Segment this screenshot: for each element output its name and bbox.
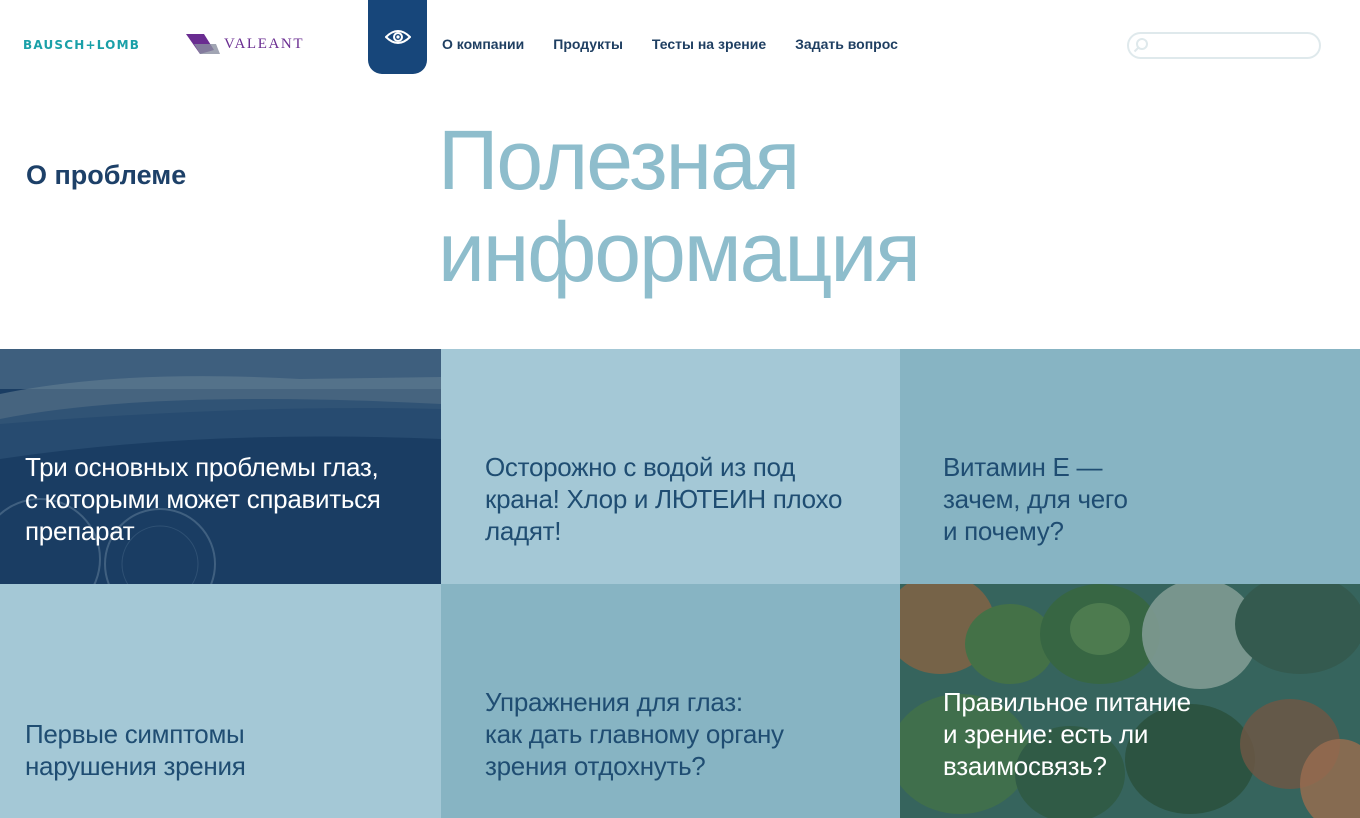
tile-title-line: Три основных проблемы глаз, xyxy=(25,452,379,482)
nav-item-ask-question[interactable]: Задать вопрос xyxy=(795,36,898,52)
tile-title-line: Правильное питание xyxy=(943,687,1191,717)
page-title-line-2: информация xyxy=(438,205,921,299)
section-side-title[interactable]: О проблеме xyxy=(26,160,186,191)
search-icon[interactable] xyxy=(1133,37,1149,53)
nav-item-products[interactable]: Продукты xyxy=(553,36,623,52)
tile-title-line: как дать главному органу xyxy=(485,719,784,749)
tile-title-line: и зрение: есть ли xyxy=(943,719,1149,749)
tile-title-line: Витамин Е — xyxy=(943,452,1103,482)
tile-title-line: с которыми может справиться xyxy=(25,484,381,514)
article-tile-vitamin-e[interactable]: Витамин Е — зачем, для чего и почему? xyxy=(900,349,1360,584)
tile-title-line: Первые симптомы xyxy=(25,719,245,749)
nav-item-about[interactable]: О компании xyxy=(442,36,524,52)
tile-title: Первые симптомы нарушения зрения xyxy=(25,718,421,782)
article-tile-first-symptoms[interactable]: Первые симптомы нарушения зрения xyxy=(0,584,441,818)
tile-title: Осторожно с водой из под крана! Хлор и Л… xyxy=(485,451,880,547)
nav-item-vision-tests[interactable]: Тесты на зрение xyxy=(652,36,766,52)
tile-title-line: крана! Хлор и ЛЮТЕИН плохо xyxy=(485,484,843,514)
page-title: Полезная информация xyxy=(438,113,921,299)
main-nav: О компании Продукты Тесты на зрение Зада… xyxy=(442,36,927,52)
eye-icon xyxy=(384,30,411,44)
valeant-logo-text: VALEANT xyxy=(224,35,305,52)
tile-title-line: Осторожно с водой из под xyxy=(485,452,795,482)
tile-title-line: взаимосвязь? xyxy=(943,751,1107,781)
search-box[interactable] xyxy=(1127,32,1321,59)
tile-title-line: и почему? xyxy=(943,516,1064,546)
tile-title: Витамин Е — зачем, для чего и почему? xyxy=(943,451,1340,547)
tile-title-line: препарат xyxy=(25,516,135,546)
search-input[interactable] xyxy=(1151,36,1315,57)
article-tile-eye-problems[interactable]: Три основных проблемы глаз, с которыми м… xyxy=(0,349,441,584)
article-tile-tap-water[interactable]: Осторожно с водой из под крана! Хлор и Л… xyxy=(441,349,900,584)
tile-title: Правильное питание и зрение: есть ли вза… xyxy=(943,686,1340,782)
tile-title-line: зрения отдохнуть? xyxy=(485,751,706,781)
valeant-logo[interactable]: VALEANT xyxy=(186,34,304,54)
article-tile-eye-exercises[interactable]: Упражнения для глаз: как дать главному о… xyxy=(441,584,900,818)
page-title-line-1: Полезная xyxy=(438,113,800,207)
tile-title-line: ладят! xyxy=(485,516,562,546)
tile-title-line: Упражнения для глаз: xyxy=(485,687,743,717)
tile-title: Упражнения для глаз: как дать главному о… xyxy=(485,686,880,782)
valeant-mark-icon xyxy=(186,34,220,54)
tile-title-line: нарушения зрения xyxy=(25,751,246,781)
article-tile-nutrition[interactable]: Правильное питание и зрение: есть ли вза… xyxy=(900,584,1360,818)
bausch-lomb-logo[interactable]: BAUSCH+LOMB xyxy=(23,38,140,52)
tile-title: Три основных проблемы глаз, с которыми м… xyxy=(25,451,421,547)
tile-title-line: зачем, для чего xyxy=(943,484,1128,514)
eye-home-button[interactable] xyxy=(368,0,427,74)
